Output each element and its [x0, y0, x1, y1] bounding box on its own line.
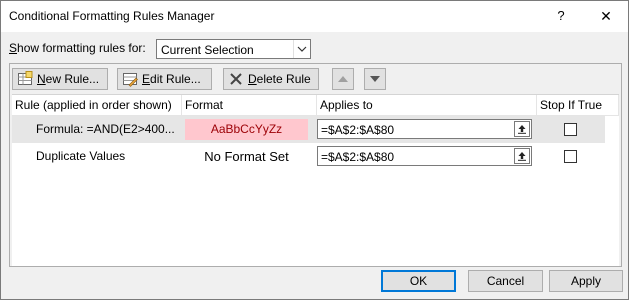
delete-rule-label: elete Rule — [256, 72, 311, 86]
stop-if-true-checkbox[interactable] — [564, 150, 577, 163]
rules-toolbar: New Rule... Edit Rule... D elete Rule — [10, 64, 621, 94]
edit-rule-icon — [122, 71, 138, 87]
edit-rule-button[interactable]: Edit Rule... — [117, 68, 212, 90]
close-icon[interactable]: ✕ — [592, 5, 620, 27]
applies-to-value: =$A$2:$A$80 — [321, 150, 395, 164]
chevron-down-icon[interactable] — [293, 40, 310, 58]
move-down-button[interactable] — [364, 68, 386, 90]
delete-x-icon — [228, 71, 244, 87]
collapse-range-icon[interactable] — [514, 148, 530, 164]
dialog-window: Conditional Formatting Rules Manager ? ✕… — [0, 0, 629, 300]
table-row[interactable]: Duplicate Values No Format Set =$A$2:$A$… — [12, 143, 605, 170]
cancel-button[interactable]: Cancel — [468, 270, 543, 292]
delete-rule-button[interactable]: Delete Rule — [223, 68, 319, 90]
new-rule-label: ew Rule... — [45, 72, 100, 86]
stop-if-true-checkbox[interactable] — [564, 123, 577, 136]
new-rule-button[interactable]: New Rule... — [12, 68, 108, 90]
new-rule-accel: N — [37, 72, 46, 86]
column-header-rule[interactable]: Rule (applied in order shown) — [12, 95, 182, 116]
rule-description: Duplicate Values — [36, 149, 126, 163]
applies-to-value: =$A$2:$A$80 — [321, 123, 395, 137]
rules-scope-dropdown[interactable]: Current Selection — [156, 39, 311, 59]
collapse-range-icon[interactable] — [514, 121, 530, 137]
column-header-stop-if-true[interactable]: Stop If True — [537, 95, 619, 116]
window-title: Conditional Formatting Rules Manager — [9, 9, 215, 23]
new-rule-icon — [17, 71, 33, 87]
triangle-up-icon — [338, 76, 348, 82]
edit-rule-accel: E — [142, 72, 151, 86]
column-header-applies-to[interactable]: Applies to — [317, 95, 537, 116]
help-icon[interactable]: ? — [549, 5, 573, 27]
rules-panel: New Rule... Edit Rule... D elete Rule Ru… — [9, 63, 622, 267]
title-bar: Conditional Formatting Rules Manager ? ✕ — [1, 1, 628, 32]
move-up-button[interactable] — [332, 68, 354, 90]
ok-button[interactable]: OK — [381, 270, 456, 292]
column-header-format[interactable]: Format — [182, 95, 317, 116]
apply-button[interactable]: Apply — [549, 270, 623, 292]
format-preview: AaBbCcYyZz — [185, 119, 308, 140]
show-rules-label-accel: S — [9, 41, 18, 55]
applies-to-field[interactable]: =$A$2:$A$80 — [317, 146, 532, 166]
show-rules-label-text: how formatting rules for: — [17, 41, 146, 55]
rule-description: Formula: =AND(E2>400... — [36, 122, 175, 136]
show-rules-label: Show formatting rules for: — [9, 41, 146, 55]
format-preview: No Format Set — [204, 149, 289, 164]
applies-to-field[interactable]: =$A$2:$A$80 — [317, 119, 532, 139]
table-row[interactable]: Formula: =AND(E2>400... AaBbCcYyZz =$A$2… — [12, 116, 605, 143]
delete-rule-accel: D — [248, 72, 257, 86]
rules-table: Rule (applied in order shown) Format App… — [12, 94, 619, 266]
triangle-down-icon — [370, 76, 380, 82]
rules-scope-value: Current Selection — [161, 43, 254, 57]
edit-rule-label: dit Rule... — [150, 72, 201, 86]
